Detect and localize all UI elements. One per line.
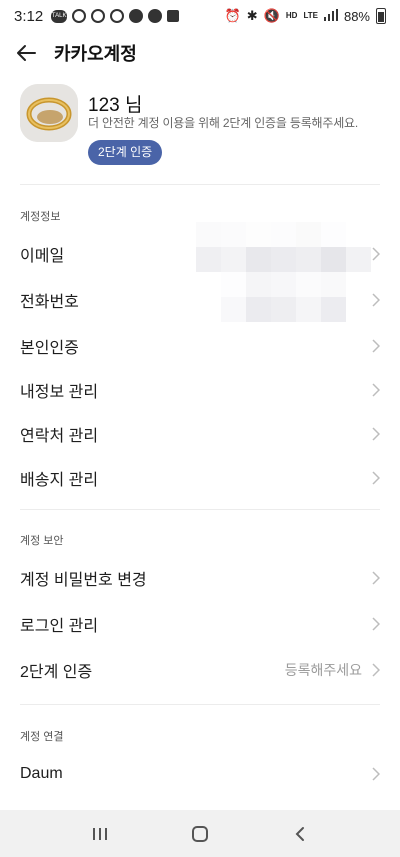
row-identity-verification[interactable]: 본인인증	[0, 324, 400, 368]
row-label: 내정보 관리	[20, 384, 99, 401]
battery-percent: 88%	[343, 8, 370, 24]
row-change-password[interactable]: 계정 비밀번호 변경	[0, 556, 400, 600]
row-two-step-auth[interactable]: 2단계 인증 등록해주세요	[0, 648, 400, 692]
two-step-status: 등록해주세요	[284, 662, 362, 678]
row-label: 로그인 관리	[20, 618, 99, 635]
back-button[interactable]	[0, 32, 52, 74]
status-left: 3:12 TALK	[14, 7, 180, 25]
row-label: Daum	[20, 765, 63, 782]
mute-icon: 🔇	[263, 8, 280, 23]
recent-apps-button[interactable]	[70, 810, 130, 857]
blurred-email-value	[196, 222, 371, 272]
chevron-right-icon	[370, 766, 382, 782]
chat-bubble-icon	[148, 9, 163, 23]
notification-icon	[72, 9, 87, 23]
row-label: 이메일	[20, 248, 65, 265]
chevron-right-icon	[370, 616, 382, 632]
section-label-account-security: 계정 보안	[20, 535, 64, 547]
two-step-auth-badge[interactable]: 2단계 인증	[88, 140, 163, 165]
chevron-right-icon	[370, 382, 382, 398]
divider	[20, 509, 380, 510]
chevron-right-icon	[370, 662, 382, 678]
home-icon	[192, 825, 208, 842]
profile-card: 123 님 더 안전한 계정 이용을 위해 2단계 인증을 등록해주세요. 2단…	[20, 84, 380, 168]
section-label-account-link: 계정 연결	[20, 731, 64, 743]
notification-icon	[110, 9, 125, 23]
row-my-info-manage[interactable]: 내정보 관리	[0, 368, 400, 412]
system-nav-bar	[0, 810, 400, 857]
back-nav-button[interactable]	[270, 810, 330, 857]
chevron-right-icon	[370, 292, 382, 308]
back-icon	[295, 826, 304, 841]
alarm-icon: ⏰	[224, 8, 241, 23]
row-label: 배송지 관리	[20, 472, 99, 489]
blurred-phone-value	[196, 272, 371, 322]
profile-name: 123 님	[88, 95, 143, 116]
hd-indicator: HD	[285, 11, 298, 20]
lte-indicator: LTE	[303, 11, 318, 20]
section-label-account-info: 계정정보	[20, 211, 61, 223]
row-label: 연락처 관리	[20, 428, 99, 445]
divider	[20, 184, 380, 185]
row-shipping-address-manage[interactable]: 배송지 관리	[0, 456, 400, 500]
status-right: ⏰ ✱ 🔇 HD LTE 88%	[225, 8, 386, 24]
chevron-right-icon	[370, 470, 382, 486]
ring-image	[20, 84, 78, 142]
page-title: 카카오계정	[54, 44, 137, 64]
home-button[interactable]	[170, 810, 230, 857]
row-label: 본인인증	[20, 340, 79, 357]
row-label: 전화번호	[20, 294, 79, 311]
row-login-manage[interactable]: 로그인 관리	[0, 602, 400, 646]
row-daum[interactable]: Daum	[0, 752, 400, 796]
avatar[interactable]	[20, 84, 78, 142]
notification-icon	[91, 9, 106, 23]
image-icon	[167, 10, 180, 22]
battery-icon	[376, 8, 386, 24]
chevron-right-icon	[370, 246, 382, 262]
kakaotalk-notification-icon: TALK	[51, 9, 68, 23]
divider	[20, 704, 380, 705]
chevron-right-icon	[370, 426, 382, 442]
recent-apps-icon	[93, 827, 107, 840]
signal-icon	[323, 8, 338, 24]
status-time: 3:12	[14, 7, 44, 25]
chevron-right-icon	[370, 570, 382, 586]
header: 카카오계정	[0, 32, 400, 74]
row-label: 계정 비밀번호 변경	[20, 572, 147, 589]
row-contacts-manage[interactable]: 연락처 관리	[0, 412, 400, 456]
status-bar: 3:12 TALK ⏰ ✱ 🔇 HD LTE 88%	[0, 0, 400, 32]
chevron-right-icon	[370, 338, 382, 354]
bluetooth-icon: ✱	[246, 8, 258, 23]
arrow-left-icon	[17, 45, 36, 61]
row-label: 2단계 인증	[20, 664, 93, 681]
profile-description: 더 안전한 계정 이용을 위해 2단계 인증을 등록해주세요.	[88, 116, 359, 130]
reddit-icon	[129, 9, 144, 23]
